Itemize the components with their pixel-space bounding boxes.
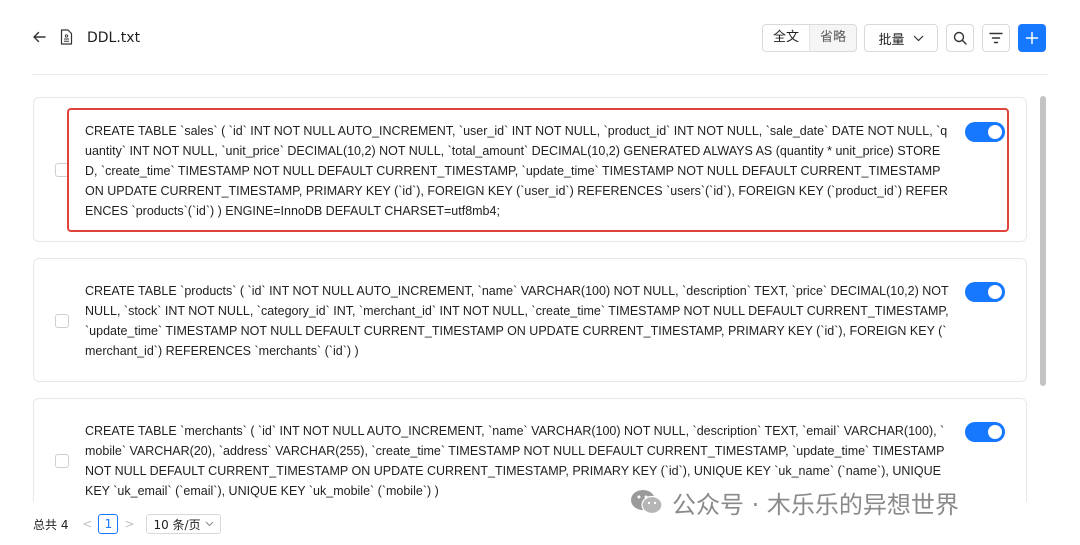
- filter-icon: [989, 32, 1003, 44]
- enable-toggle[interactable]: [965, 422, 1005, 442]
- row-checkbox[interactable]: [55, 163, 69, 177]
- list-item: CREATE TABLE `sales` ( `id` INT NOT NULL…: [33, 97, 1027, 242]
- scrollbar[interactable]: [1038, 96, 1048, 502]
- ddl-text: CREATE TABLE `products` ( `id` INT NOT N…: [85, 284, 949, 358]
- search-button[interactable]: [946, 24, 974, 52]
- enable-toggle[interactable]: [965, 122, 1005, 142]
- wechat-icon: [631, 490, 663, 515]
- watermark-text: 公众号 · 木乐乐的异想世界: [672, 490, 959, 519]
- header-divider: [32, 74, 1048, 75]
- prev-page-button[interactable]: <: [80, 517, 94, 531]
- batch-dropdown[interactable]: 批量: [864, 24, 938, 52]
- header: DDL.txt 全文 省略 批量: [0, 0, 1080, 75]
- search-icon: [953, 31, 967, 45]
- file-icon: [60, 29, 74, 45]
- watermark: 公众号 · 木乐乐的异想世界: [630, 484, 959, 520]
- chevron-down-icon: [205, 521, 213, 527]
- file-name: DDL.txt: [87, 30, 141, 46]
- ddl-text: CREATE TABLE `sales` ( `id` INT NOT NULL…: [85, 124, 948, 218]
- batch-label: 批量: [878, 32, 905, 48]
- row-checkbox[interactable]: [55, 314, 69, 328]
- arrow-left-icon[interactable]: [30, 28, 48, 46]
- plus-icon: [1025, 31, 1039, 45]
- list-item: CREATE TABLE `products` ( `id` INT NOT N…: [33, 258, 1027, 382]
- page-size-select[interactable]: 10 条/页: [146, 514, 221, 534]
- toggle-knob: [988, 425, 1002, 439]
- view-mode-full[interactable]: 全文: [763, 25, 811, 51]
- pagination: 总共 4 < 1 > 10 条/页: [33, 513, 221, 535]
- scrollbar-thumb[interactable]: [1040, 96, 1046, 386]
- total-count: 总共 4: [33, 517, 69, 532]
- enable-toggle[interactable]: [965, 282, 1005, 302]
- next-page-button[interactable]: >: [122, 517, 136, 531]
- chevron-down-icon: [913, 35, 923, 41]
- toggle-knob: [988, 125, 1002, 139]
- toggle-knob: [988, 285, 1002, 299]
- page-size-label: 10 条/页: [153, 517, 201, 532]
- page: DDL.txt 全文 省略 批量 CREATE TABLE `sales` (…: [0, 0, 1080, 545]
- view-mode-toggle: 全文 省略: [762, 24, 858, 52]
- page-number[interactable]: 1: [98, 514, 119, 534]
- add-button[interactable]: [1018, 24, 1046, 52]
- view-mode-abbrev[interactable]: 省略: [810, 25, 856, 51]
- ddl-list: CREATE TABLE `sales` ( `id` INT NOT NULL…: [33, 97, 1027, 502]
- row-checkbox[interactable]: [55, 454, 69, 468]
- filter-button[interactable]: [982, 24, 1010, 52]
